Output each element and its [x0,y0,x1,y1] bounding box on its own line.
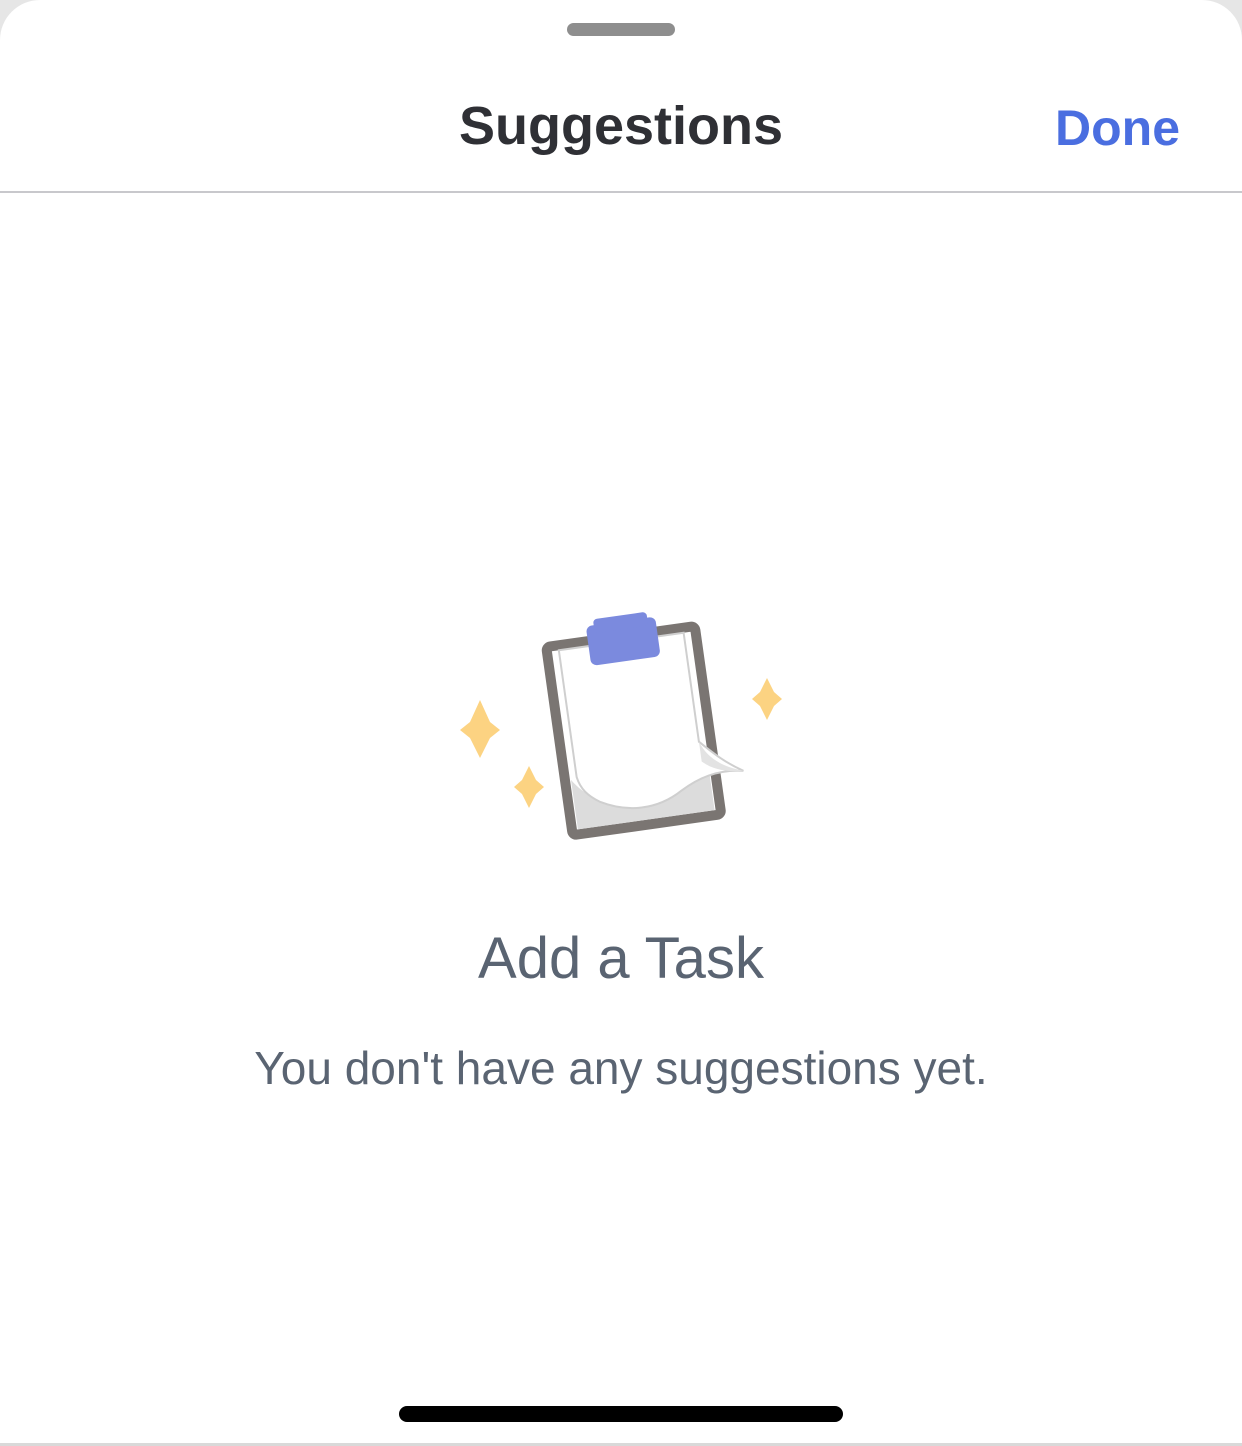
sparkle-icon [752,678,782,720]
empty-state-title: Add a Task [478,926,764,991]
sparkle-icon [460,700,500,758]
clipboard-illustration [460,612,782,840]
header-divider [0,191,1242,193]
suggestions-sheet: Suggestions Done Add a Task You don't ha… [0,0,1242,1446]
empty-state-message: You don't have any suggestions yet. [254,1042,988,1094]
sheet-grabber-handle[interactable] [567,23,675,36]
done-button[interactable]: Done [1055,96,1180,160]
home-indicator[interactable] [399,1406,843,1422]
sparkle-icon [514,766,544,808]
